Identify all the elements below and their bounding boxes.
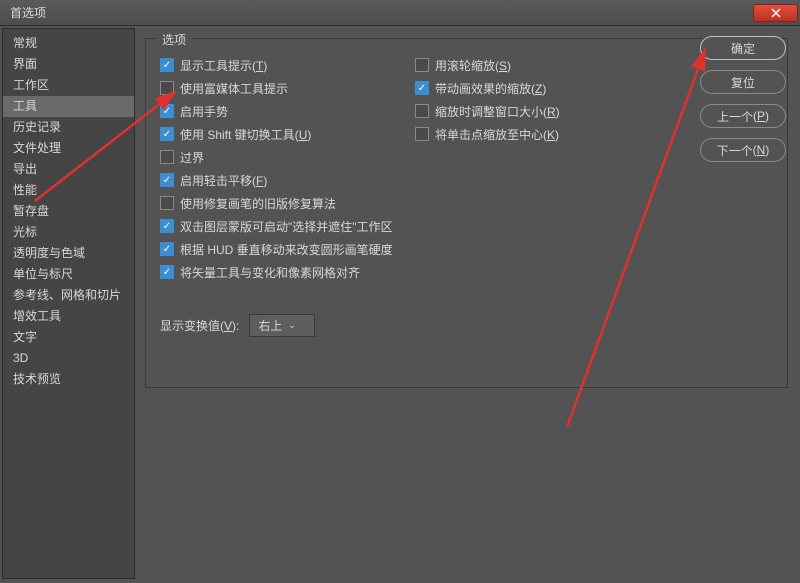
option-label: 显示工具提示(T) bbox=[180, 57, 267, 74]
options-group: 选项 ✓显示工具提示(T)使用富媒体工具提示✓启用手势✓使用 Shift 键切换… bbox=[145, 38, 788, 388]
checkbox[interactable]: ✓ bbox=[160, 265, 174, 279]
checkbox[interactable] bbox=[160, 196, 174, 210]
sidebar: 常规界面工作区工具历史记录文件处理导出性能暂存盘光标透明度与色域单位与标尺参考线… bbox=[2, 28, 135, 579]
option-label: 将单击点缩放至中心(K) bbox=[435, 126, 559, 143]
sidebar-item-6[interactable]: 导出 bbox=[3, 159, 134, 180]
checkbox[interactable]: ✓ bbox=[160, 173, 174, 187]
option-row-left-4: 过界 bbox=[160, 148, 415, 166]
chevron-down-icon: ⌄ bbox=[288, 320, 296, 331]
sidebar-item-7[interactable]: 性能 bbox=[3, 180, 134, 201]
option-label: 双击图层蒙版可启动"选择并遮住"工作区 bbox=[180, 218, 393, 235]
option-label: 使用富媒体工具提示 bbox=[180, 80, 288, 97]
close-icon bbox=[771, 8, 781, 18]
prev-button[interactable]: 上一个(P) bbox=[700, 104, 786, 128]
group-title: 选项 bbox=[156, 31, 192, 48]
option-label: 启用手势 bbox=[180, 103, 228, 120]
sidebar-item-2[interactable]: 工作区 bbox=[3, 75, 134, 96]
checkbox[interactable] bbox=[160, 81, 174, 95]
option-label: 带动画效果的缩放(Z) bbox=[435, 80, 546, 97]
next-button[interactable]: 下一个(N) bbox=[700, 138, 786, 162]
sidebar-item-3[interactable]: 工具 bbox=[3, 96, 134, 117]
checkbox[interactable] bbox=[415, 104, 429, 118]
checkbox[interactable]: ✓ bbox=[160, 242, 174, 256]
option-label: 根据 HUD 垂直移动来改变圆形画笔硬度 bbox=[180, 241, 393, 258]
checkbox[interactable]: ✓ bbox=[160, 104, 174, 118]
checkbox[interactable] bbox=[415, 58, 429, 72]
option-row-left-3: ✓ 使用 Shift 键切换工具(U) bbox=[160, 125, 415, 143]
sidebar-item-4[interactable]: 历史记录 bbox=[3, 117, 134, 138]
sidebar-item-5[interactable]: 文件处理 bbox=[3, 138, 134, 159]
checkbox[interactable] bbox=[415, 127, 429, 141]
option-label: 使用修复画笔的旧版修复算法 bbox=[180, 195, 336, 212]
sidebar-item-8[interactable]: 暂存盘 bbox=[3, 201, 134, 222]
window-title: 首选项 bbox=[10, 4, 46, 21]
sidebar-item-10[interactable]: 透明度与色域 bbox=[3, 243, 134, 264]
checkbox[interactable]: ✓ bbox=[160, 127, 174, 141]
option-label: 使用 Shift 键切换工具(U) bbox=[180, 126, 311, 143]
option-label: 将矢量工具与变化和像素网格对齐 bbox=[180, 264, 360, 281]
titlebar: 首选项 bbox=[0, 0, 800, 26]
reset-button[interactable]: 复位 bbox=[700, 70, 786, 94]
sidebar-item-11[interactable]: 单位与标尺 bbox=[3, 264, 134, 285]
option-row-left-2: ✓ 启用手势 bbox=[160, 102, 415, 120]
sidebar-item-13[interactable]: 增效工具 bbox=[3, 306, 134, 327]
checkbox[interactable]: ✓ bbox=[160, 58, 174, 72]
option-label: 用滚轮缩放(S) bbox=[435, 57, 511, 74]
sidebar-item-14[interactable]: 文字 bbox=[3, 327, 134, 348]
sidebar-item-1[interactable]: 界面 bbox=[3, 54, 134, 75]
sidebar-item-0[interactable]: 常规 bbox=[3, 33, 134, 54]
show-transform-label: 显示变换值(V): bbox=[160, 317, 239, 334]
show-transform-select[interactable]: 右上 ⌄ bbox=[249, 314, 315, 337]
sidebar-item-12[interactable]: 参考线、网格和切片 bbox=[3, 285, 134, 306]
option-label: 过界 bbox=[180, 149, 204, 166]
checkbox[interactable] bbox=[160, 150, 174, 164]
checkbox[interactable]: ✓ bbox=[160, 219, 174, 233]
option-label: 缩放时调整窗口大小(R) bbox=[435, 103, 560, 120]
option-row-left-1: 使用富媒体工具提示 bbox=[160, 79, 415, 97]
close-button[interactable] bbox=[753, 4, 798, 22]
checkbox[interactable]: ✓ bbox=[415, 81, 429, 95]
option-row-left-0: ✓ 显示工具提示(T) bbox=[160, 56, 415, 74]
sidebar-item-15[interactable]: 3D bbox=[3, 348, 134, 369]
sidebar-item-16[interactable]: 技术预览 bbox=[3, 369, 134, 390]
ok-button[interactable]: 确定 bbox=[700, 36, 786, 60]
option-label: 启用轻击平移(F) bbox=[180, 172, 267, 189]
sidebar-item-9[interactable]: 光标 bbox=[3, 222, 134, 243]
